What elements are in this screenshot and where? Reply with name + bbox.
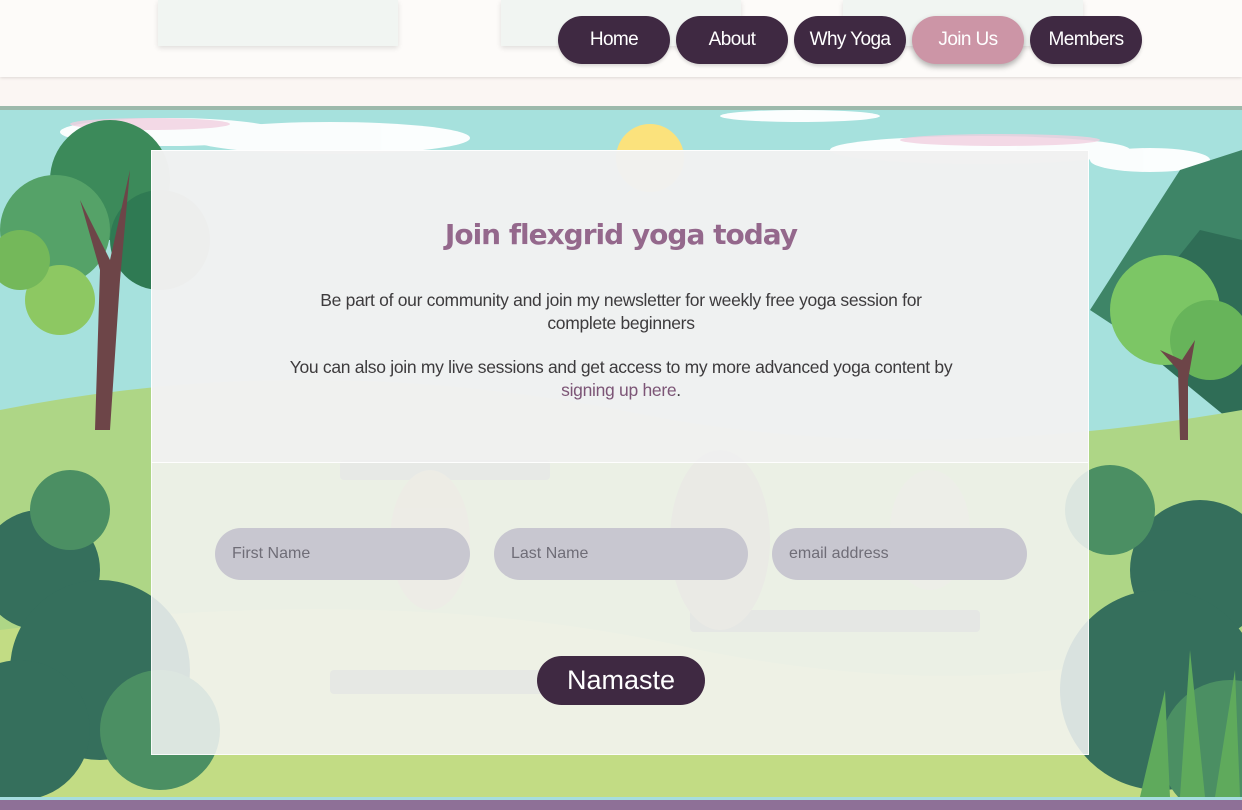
live-sessions-paragraph: You can also join my live sessions and g… — [0, 356, 1242, 402]
nav-about-button[interactable]: About — [676, 16, 788, 64]
nav-home-button[interactable]: Home — [558, 16, 670, 64]
newsletter-text-line1: Be part of our community and join my new… — [320, 290, 922, 310]
page-title: Join flexgrid yoga today — [444, 218, 798, 251]
nav-members-button[interactable]: Members — [1030, 16, 1142, 64]
live-sessions-text: You can also join my live sessions and g… — [289, 357, 953, 377]
newsletter-text-line2: complete beginners — [547, 313, 695, 333]
nav-join-us-button[interactable]: Join Us — [912, 16, 1024, 64]
site-header: Home About Why Yoga Join Us Members — [0, 0, 1242, 77]
signup-link[interactable]: signing up here — [561, 380, 676, 400]
newsletter-paragraph: Be part of our community and join my new… — [0, 289, 1242, 335]
nav-why-yoga-button[interactable]: Why Yoga — [794, 16, 906, 64]
period: . — [676, 380, 681, 400]
namaste-submit-button[interactable]: Namaste — [537, 656, 705, 705]
signup-form-panel — [151, 463, 1089, 755]
first-name-input[interactable] — [215, 528, 470, 580]
header-card — [158, 0, 398, 46]
last-name-input[interactable] — [494, 528, 748, 580]
main-nav: Home About Why Yoga Join Us Members — [558, 16, 1142, 64]
footer-bar — [0, 797, 1242, 810]
header-band — [0, 77, 1242, 107]
live-sessions-text-line2: signing up here. — [0, 379, 1242, 402]
email-input[interactable] — [772, 528, 1027, 580]
